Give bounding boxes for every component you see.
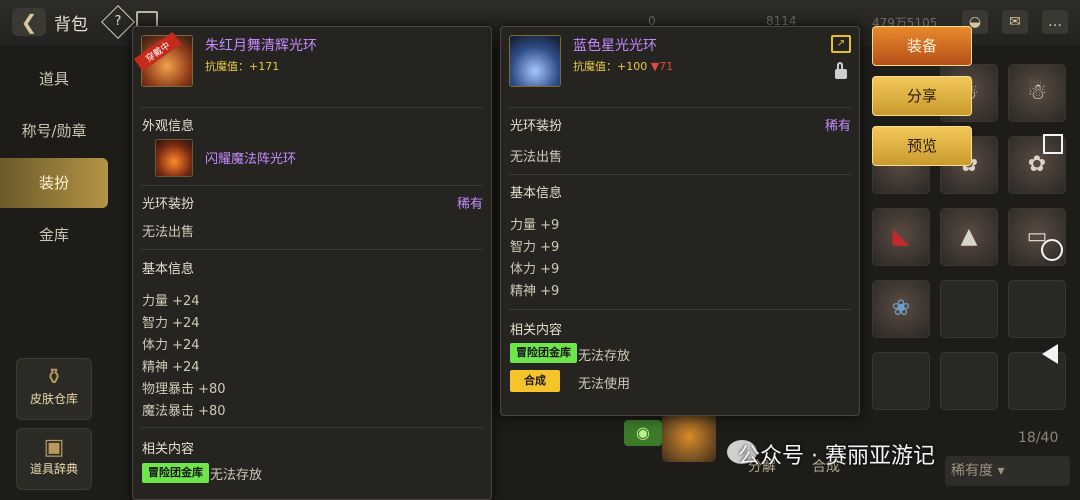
stat-line: 力量 +9	[510, 218, 560, 233]
divider	[141, 185, 483, 186]
synthesis-tag: 合成	[510, 370, 560, 392]
divider	[509, 309, 851, 310]
lock-icon[interactable]	[835, 62, 847, 79]
item-name: 蓝色星光光环	[573, 38, 657, 54]
sell-status: 无法出售	[510, 150, 563, 165]
stat-line: 体力 +9	[510, 262, 560, 277]
inventory-slot-empty[interactable]	[1008, 280, 1066, 338]
menu-item-avatar[interactable]: 装扮	[0, 158, 108, 208]
stat-line: 智力 +24	[142, 316, 200, 331]
appearance-name: 闪耀魔法阵光环	[205, 152, 297, 167]
nav-back-icon[interactable]	[1042, 344, 1058, 364]
share-button[interactable]: 分享	[872, 76, 972, 116]
item-magic-resist: 抗魔值：+100 ▼71	[573, 58, 673, 74]
chat-icon[interactable]: …	[1042, 10, 1068, 34]
basic-info-title: 基本信息	[142, 262, 195, 277]
rarity-label: 稀有	[456, 197, 483, 212]
inventory-slot[interactable]: ▲	[940, 208, 998, 266]
boots-icon: ◣	[892, 224, 910, 249]
menu-item-items[interactable]: 道具	[0, 54, 108, 104]
synthesis-status: 无法使用	[578, 377, 631, 392]
halo-item-icon: 穿戴中	[133, 31, 193, 87]
recent-apps-icon[interactable]	[1043, 134, 1063, 154]
preview-button[interactable]: 预览	[872, 126, 972, 166]
sort-dropdown[interactable]: 稀有度 ▾	[945, 456, 1070, 486]
home-icon[interactable]	[1041, 239, 1063, 261]
mail-icon[interactable]: ✉	[1002, 10, 1028, 34]
divider	[509, 107, 851, 108]
flower-icon: ❀	[891, 296, 911, 321]
equip-button[interactable]: 装备	[872, 26, 972, 66]
item-dictionary-label: 道具辞典	[29, 462, 78, 476]
divider	[141, 107, 483, 108]
adventure-vault-tag: 冒险团金库	[142, 463, 209, 483]
inventory-slot-empty[interactable]	[940, 352, 998, 410]
stat-line: 物理暴击 +80	[142, 382, 226, 397]
inventory-slot[interactable]: ❀	[872, 280, 930, 338]
basic-info-title: 基本信息	[510, 186, 563, 201]
help-label: ?	[114, 14, 122, 29]
stat-line: 力量 +24	[142, 294, 200, 309]
sell-status: 无法出售	[142, 225, 195, 240]
adventure-vault-tag: 冒险团金库	[510, 343, 577, 363]
inventory-slot[interactable]: ☃	[1008, 64, 1066, 122]
category-label: 光环装扮	[142, 197, 195, 212]
inventory-slot-empty[interactable]	[940, 280, 998, 338]
equipped-badge: 穿戴中	[133, 31, 182, 72]
divider	[509, 174, 851, 175]
help-icon[interactable]: ?	[101, 5, 135, 39]
eye-icon[interactable]: ◉	[624, 420, 662, 446]
inventory-slot[interactable]: ◣	[872, 208, 930, 266]
category-label: 光环装扮	[510, 119, 563, 134]
page-indicator: 18/40	[1018, 430, 1059, 446]
dictionary-icon: ▣	[43, 435, 65, 460]
hat-icon: ▲	[960, 224, 978, 249]
skin-storage-icon: ⚱	[44, 365, 64, 390]
share-icon[interactable]: ↗	[831, 35, 851, 53]
rarity-label: 稀有	[824, 119, 851, 134]
left-menu: 道具 称号/勋章 装扮 金库 ⚱ 皮肤仓库 ▣ 道具辞典	[0, 46, 108, 498]
top-right-icons: ◒ ✉ …	[962, 10, 1068, 34]
item-dictionary-button[interactable]: ▣ 道具辞典	[16, 428, 92, 490]
skin-storage-label: 皮肤仓库	[29, 392, 78, 406]
stat-line: 体力 +24	[142, 338, 200, 353]
compare-item-tooltip: 蓝色星光光环 抗魔值：+100 ▼71 ↗ 光环装扮 稀有 无法出售 基本信息 …	[500, 26, 860, 416]
related-title: 相关内容	[510, 323, 563, 338]
halo-item-icon	[509, 35, 561, 87]
related-title: 相关内容	[142, 442, 195, 457]
vault-status: 无法存放	[578, 349, 631, 364]
skin-storage-button[interactable]: ⚱ 皮肤仓库	[16, 358, 92, 420]
stat-line: 魔法暴击 +80	[142, 404, 226, 419]
magic-resist-value: 抗魔值：+100	[573, 60, 648, 73]
selected-item-thumbnail[interactable]	[662, 412, 716, 462]
menu-item-vault[interactable]: 金库	[0, 210, 108, 260]
inventory-slot-empty[interactable]	[872, 352, 930, 410]
stat-line: 精神 +24	[142, 360, 200, 375]
item-magic-resist: 抗魔值：+171	[205, 60, 280, 73]
stat-line: 精神 +9	[510, 284, 560, 299]
divider	[141, 427, 483, 428]
equipped-item-tooltip: 穿戴中 朱红月舞清辉光环 抗魔值：+171 外观信息 闪耀魔法阵光环 光环装扮 …	[132, 26, 492, 500]
vault-status: 无法存放	[210, 468, 263, 483]
back-arrow-icon[interactable]: ❮	[12, 8, 46, 36]
stat-line: 智力 +9	[510, 240, 560, 255]
snowman-icon: ☃	[1027, 80, 1047, 105]
appearance-title: 外观信息	[142, 119, 195, 134]
appearance-icon	[155, 139, 193, 177]
sort-label: 稀有度	[951, 463, 993, 479]
item-name: 朱红月舞清辉光环	[205, 38, 317, 54]
divider	[141, 249, 483, 250]
watermark: 公众号 · 赛丽亚游记	[738, 444, 935, 469]
page-title: 背包	[54, 15, 88, 35]
magic-resist-diff: ▼71	[650, 60, 674, 73]
menu-item-titles[interactable]: 称号/勋章	[0, 106, 108, 156]
